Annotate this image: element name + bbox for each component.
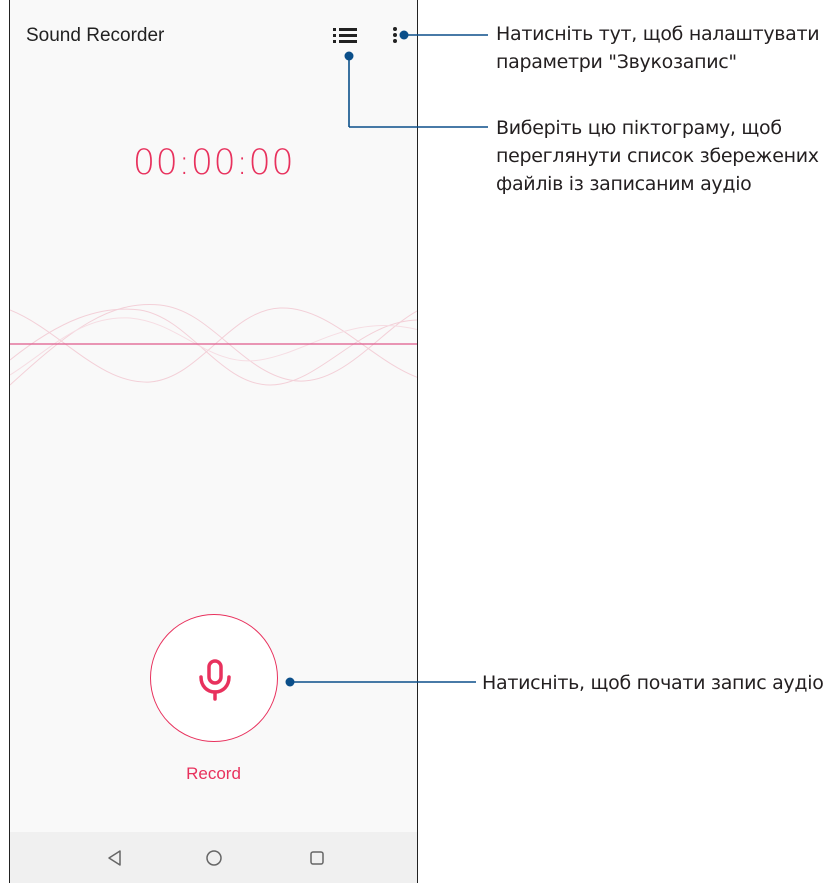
app-title: Sound Recorder bbox=[26, 25, 165, 46]
back-triangle-icon[interactable] bbox=[104, 847, 126, 869]
callout-menu-text: Натисніть тут, щоб налаштувати параметри… bbox=[496, 23, 820, 73]
navigation-bar bbox=[10, 832, 417, 883]
more-vert-icon[interactable] bbox=[388, 24, 402, 46]
page: Sound Recorder 00:00:00 Record Натисніть… bbox=[0, 0, 840, 883]
callout-record-text: Натисніть, щоб почати запис аудіо bbox=[482, 672, 824, 694]
waveform-visualizer bbox=[10, 303, 417, 386]
phone-screen: Sound Recorder 00:00:00 Record bbox=[9, 0, 418, 883]
home-circle-icon[interactable] bbox=[203, 847, 225, 869]
recording-timer: 00:00:00 bbox=[132, 143, 295, 183]
callout-list-text: Виберіть цю піктограму, щоб переглянути … bbox=[496, 117, 819, 195]
microphone-icon bbox=[199, 659, 231, 701]
recents-square-icon[interactable] bbox=[306, 847, 328, 869]
list-icon[interactable] bbox=[332, 24, 358, 46]
record-label: Record bbox=[186, 764, 241, 783]
record-button[interactable] bbox=[150, 614, 278, 742]
